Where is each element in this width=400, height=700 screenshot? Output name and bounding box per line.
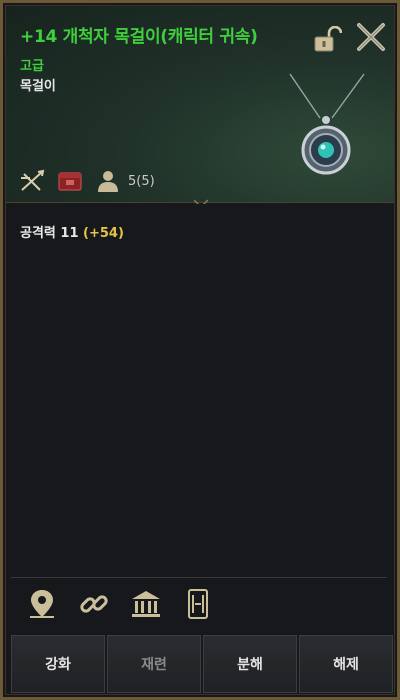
attack-bonus-value: (+54): [83, 226, 124, 241]
bind-count-label: 5(5): [128, 173, 155, 189]
item-stats-panel: 공격력 11 (+54): [6, 204, 394, 578]
enhance-button[interactable]: 강화: [11, 635, 105, 693]
item-tooltip-window: +14 개척자 목걸이(캐릭터 귀속) 고급 목걸이 5(5) 공격력 11 (…: [0, 0, 400, 700]
scroll-gate-icon[interactable]: [181, 587, 215, 621]
lock-open-icon[interactable]: [312, 26, 342, 52]
item-properties-row: 5(5): [18, 168, 155, 194]
attack-stat-label: 공격력 11: [20, 226, 79, 241]
action-button-bar: 강화 재련 분해 해제: [11, 635, 393, 693]
unequip-button[interactable]: 해제: [299, 635, 393, 693]
disassemble-button[interactable]: 분해: [203, 635, 297, 693]
item-header: +14 개척자 목걸이(캐릭터 귀속) 고급 목걸이 5(5): [6, 6, 394, 203]
location-pin-icon[interactable]: [25, 587, 59, 621]
attack-stat: 공격력 11 (+54): [20, 222, 124, 241]
item-grade: 고급: [20, 59, 44, 74]
bank-icon[interactable]: [129, 587, 163, 621]
item-title: +14 개척자 목걸이(캐릭터 귀속): [20, 27, 258, 47]
crossbow-class-icon[interactable]: [18, 168, 46, 194]
bound-character-icon: [98, 171, 118, 192]
link-chain-icon[interactable]: [77, 587, 111, 621]
item-actions-icons: [25, 587, 215, 621]
bottom-divider: [11, 577, 387, 578]
item-type: 목걸이: [20, 79, 56, 94]
necklace-item-icon: [289, 73, 365, 175]
storage-chest-icon[interactable]: [56, 168, 84, 194]
refine-button[interactable]: 재련: [107, 635, 201, 693]
close-icon[interactable]: [354, 20, 388, 54]
